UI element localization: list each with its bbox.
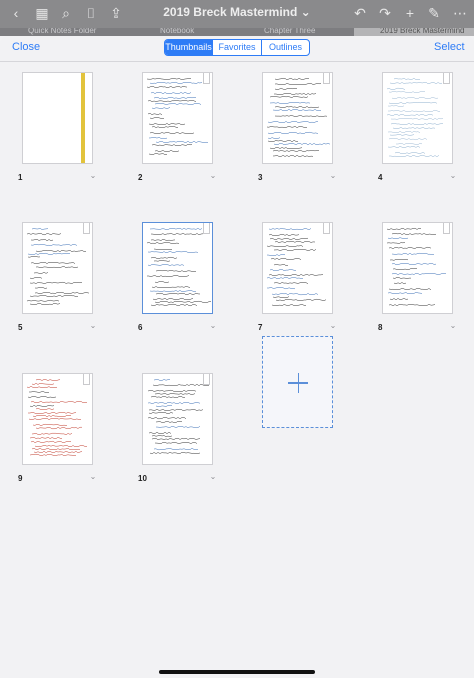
chevron-down-icon[interactable]: ⌄ [88, 321, 98, 331]
page-thumbnail[interactable] [22, 222, 93, 314]
page-number: 4 [378, 173, 383, 182]
page-thumbnail[interactable] [262, 222, 333, 314]
page-thumbnail-cell: 6 ⌄ [138, 222, 244, 340]
view-segmented-control: Thumbnails Favorites Outlines [164, 39, 310, 56]
tab-2[interactable]: Notebook [160, 28, 230, 36]
bookmark-ribbon-icon [203, 374, 210, 385]
chevron-down-icon[interactable]: ⌄ [208, 472, 218, 482]
home-indicator [159, 670, 315, 674]
tab-3[interactable]: Chapter Three [264, 28, 334, 36]
chevron-down-icon[interactable]: ⌄ [208, 321, 218, 331]
document-tabs: Quick Notes Folder Notebook Chapter Thre… [0, 28, 474, 36]
bookmark-ribbon-icon [323, 223, 330, 234]
handwritten-notes [26, 228, 90, 306]
page-number: 7 [258, 323, 263, 332]
tab-1[interactable]: Quick Notes Folder [28, 28, 118, 36]
redo-icon[interactable]: ↷ [377, 5, 393, 21]
page-thumbnail-cell: 4 ⌄ [378, 72, 474, 190]
bookmark-ribbon-icon [443, 73, 450, 84]
page-thumbnail[interactable] [382, 72, 453, 164]
bookmark-ribbon-icon [203, 223, 210, 234]
add-page-button[interactable] [262, 336, 333, 428]
plus-icon-vertical [297, 373, 299, 393]
select-button[interactable]: Select [434, 41, 465, 53]
chevron-down-icon[interactable]: ⌄ [88, 171, 98, 181]
handwritten-notes [147, 379, 210, 455]
page-thumbnail-cell: 10 ⌄ [138, 373, 244, 491]
cover-strip [81, 73, 85, 163]
add-icon[interactable]: + [402, 5, 418, 21]
more-icon[interactable]: ⋯ [452, 5, 468, 21]
page-thumbnail-cell: 5 ⌄ [18, 222, 124, 340]
page-thumbnail[interactable] [142, 222, 213, 314]
page-thumbnail[interactable] [382, 222, 453, 314]
page-number: 8 [378, 323, 383, 332]
header-divider [0, 61, 474, 62]
page-thumbnail[interactable] [142, 373, 213, 465]
page-thumbnail[interactable] [22, 373, 93, 465]
page-thumbnail[interactable] [22, 72, 93, 164]
page-number: 3 [258, 173, 263, 182]
handwritten-notes [146, 227, 212, 307]
tab-4[interactable]: 2019 Breck Mastermind [354, 28, 474, 36]
sheet-header: Close Thumbnails Favorites Outlines Sele… [0, 36, 474, 60]
page-thumbnail-cell: 3 ⌄ [258, 72, 364, 190]
page-number: 5 [18, 323, 23, 332]
handwritten-notes [26, 379, 88, 457]
bookmark-ribbon-icon [203, 73, 210, 84]
handwritten-notes [146, 78, 209, 155]
chevron-down-icon[interactable]: ⌄ [208, 171, 218, 181]
bookmark-ribbon-icon [83, 374, 90, 385]
page-thumbnail-cell: 2 ⌄ [138, 72, 244, 190]
handwritten-notes [266, 77, 331, 158]
chevron-down-icon: ⌄ [300, 5, 311, 19]
pen-off-icon[interactable]: ✎ [426, 5, 442, 21]
app-toolbar: ‹ ▦ ⌕ ⌷ ⇪ 2019 Breck Mastermind ⌄ ↶ ↷ + … [0, 0, 474, 28]
page-number: 1 [18, 173, 23, 182]
segment-thumbnails[interactable]: Thumbnails [165, 40, 213, 55]
page-thumbnail-cell: 1 ⌄ [18, 72, 124, 190]
chevron-down-icon[interactable]: ⌄ [448, 321, 458, 331]
page-number: 6 [138, 323, 143, 332]
page-thumbnail[interactable] [262, 72, 333, 164]
handwritten-notes [266, 228, 327, 307]
page-number: 10 [138, 474, 147, 483]
segment-favorites[interactable]: Favorites [213, 40, 262, 55]
chevron-down-icon[interactable]: ⌄ [448, 171, 458, 181]
page-thumbnail-cell: 7 ⌄ [258, 222, 364, 340]
page-thumbnail[interactable] [142, 72, 213, 164]
page-thumbnail-cell: 8 ⌄ [378, 222, 474, 340]
close-button[interactable]: Close [12, 41, 40, 53]
chevron-down-icon[interactable]: ⌄ [328, 321, 338, 331]
undo-icon[interactable]: ↶ [352, 5, 368, 21]
bookmark-ribbon-icon [83, 223, 90, 234]
page-thumbnail-cell: 9 ⌄ [18, 373, 124, 491]
page-number: 2 [138, 173, 143, 182]
handwritten-notes [386, 77, 444, 158]
segment-outlines[interactable]: Outlines [262, 40, 309, 55]
page-number: 9 [18, 474, 23, 483]
chevron-down-icon[interactable]: ⌄ [328, 171, 338, 181]
document-title[interactable]: 2019 Breck Mastermind [163, 5, 297, 19]
handwritten-notes [386, 227, 447, 307]
bookmark-ribbon-icon [443, 223, 450, 234]
chevron-down-icon[interactable]: ⌄ [88, 472, 98, 482]
bookmark-ribbon-icon [323, 73, 330, 84]
